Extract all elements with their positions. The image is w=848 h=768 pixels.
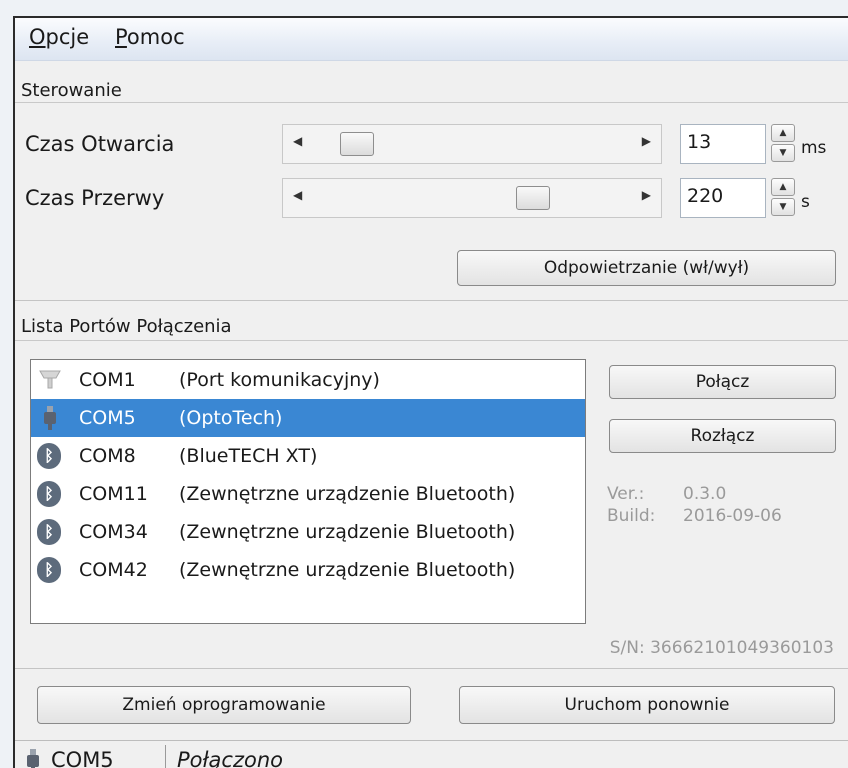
scroll-left-icon[interactable]: ◀ xyxy=(293,134,302,148)
serial-port-icon xyxy=(37,367,63,393)
scroll-left-icon[interactable]: ◀ xyxy=(293,188,302,202)
pause-time-slider-thumb[interactable] xyxy=(516,186,550,210)
menu-options-mnemonic: O xyxy=(29,25,46,49)
pause-time-slider[interactable]: ◀ ▶ xyxy=(282,178,662,218)
bleed-toggle-button[interactable]: Odpowietrzanie (wł/wył) xyxy=(457,250,836,286)
control-group-border xyxy=(15,102,848,103)
port-description: (Port komunikacyjny) xyxy=(179,369,380,391)
scroll-right-icon[interactable]: ▶ xyxy=(642,188,651,202)
change-firmware-button[interactable]: Zmień oprogramowanie xyxy=(37,686,411,724)
group-separator xyxy=(15,300,848,301)
bluetooth-icon: ᛒ xyxy=(37,557,63,583)
port-name: COM8 xyxy=(79,445,136,467)
port-name: COM1 xyxy=(79,369,136,391)
version-label: Ver.: xyxy=(607,484,645,504)
spin-up-icon[interactable]: ▲ xyxy=(771,124,795,142)
version-value: 0.3.0 xyxy=(683,484,727,504)
ports-group-title: Lista Portów Połączenia xyxy=(17,316,236,337)
ports-group-border xyxy=(15,340,848,341)
open-time-stepper[interactable]: ▲ ▼ xyxy=(771,124,797,164)
restart-button[interactable]: Uruchom ponownie xyxy=(459,686,835,724)
list-item[interactable]: COM5 (OptoTech) xyxy=(31,399,585,437)
serial-number: S/N: 36662101049360103 xyxy=(609,638,834,658)
port-description: (Zewnętrzne urządzenie Bluetooth) xyxy=(179,483,516,505)
disconnect-button[interactable]: Rozłącz xyxy=(609,419,836,453)
bluetooth-icon: ᛒ xyxy=(37,481,63,507)
spin-down-icon[interactable]: ▼ xyxy=(771,144,795,162)
build-label: Build: xyxy=(607,506,656,526)
usb-plug-icon xyxy=(37,405,63,431)
menu-help[interactable]: Pomoc xyxy=(115,25,185,49)
open-time-slider-thumb[interactable] xyxy=(340,132,374,156)
list-item[interactable]: COM1 (Port komunikacyjny) xyxy=(31,361,585,399)
port-description: (BlueTECH XT) xyxy=(179,445,318,467)
pause-time-unit: s xyxy=(801,192,810,212)
status-bar: COM5 Połączono xyxy=(15,740,848,768)
open-time-unit: ms xyxy=(801,138,827,158)
pause-time-input[interactable]: 220 xyxy=(680,178,766,218)
pause-time-stepper[interactable]: ▲ ▼ xyxy=(771,178,797,218)
port-name: COM34 xyxy=(79,521,148,543)
bottom-separator xyxy=(15,668,848,669)
open-time-label: Czas Otwarcia xyxy=(25,132,175,156)
status-text: Połączono xyxy=(177,748,283,768)
menu-options[interactable]: Opcje xyxy=(29,25,89,49)
status-port: COM5 xyxy=(51,748,114,768)
list-item[interactable]: ᛒ COM34 (Zewnętrzne urządzenie Bluetooth… xyxy=(31,513,585,551)
port-name: COM42 xyxy=(79,559,148,581)
open-time-slider[interactable]: ◀ ▶ xyxy=(282,124,662,164)
menu-options-label: pcje xyxy=(45,25,90,49)
pause-time-label: Czas Przerwy xyxy=(25,186,165,210)
open-time-input[interactable]: 13 xyxy=(680,124,766,164)
list-item[interactable]: ᛒ COM11 (Zewnętrzne urządzenie Bluetooth… xyxy=(31,475,585,513)
list-item[interactable]: ᛒ COM8 (BlueTECH XT) xyxy=(31,437,585,475)
menu-bar: Opcje Pomoc xyxy=(15,18,848,61)
port-name: COM5 xyxy=(79,407,136,429)
build-value: 2016-09-06 xyxy=(683,506,782,526)
port-description: (OptoTech) xyxy=(179,407,283,429)
bluetooth-icon: ᛒ xyxy=(37,519,63,545)
port-list[interactable]: COM1 (Port komunikacyjny) COM5 (OptoTech… xyxy=(30,359,586,624)
bluetooth-icon: ᛒ xyxy=(37,443,63,469)
control-group-title: Sterowanie xyxy=(17,80,126,101)
usb-plug-icon xyxy=(25,749,41,768)
menu-help-label: omoc xyxy=(126,25,185,49)
app-window: Opcje Pomoc Sterowanie Czas Otwarcia ◀ ▶… xyxy=(13,16,848,768)
status-divider xyxy=(165,745,166,768)
scroll-right-icon[interactable]: ▶ xyxy=(642,134,651,148)
port-description: (Zewnętrzne urządzenie Bluetooth) xyxy=(179,559,516,581)
list-item[interactable]: ᛒ COM42 (Zewnętrzne urządzenie Bluetooth… xyxy=(31,551,585,589)
port-description: (Zewnętrzne urządzenie Bluetooth) xyxy=(179,521,516,543)
spin-up-icon[interactable]: ▲ xyxy=(771,178,795,196)
spin-down-icon[interactable]: ▼ xyxy=(771,198,795,216)
connect-button[interactable]: Połącz xyxy=(609,365,836,399)
menu-help-mnemonic: P xyxy=(115,25,127,49)
port-name: COM11 xyxy=(79,483,148,505)
